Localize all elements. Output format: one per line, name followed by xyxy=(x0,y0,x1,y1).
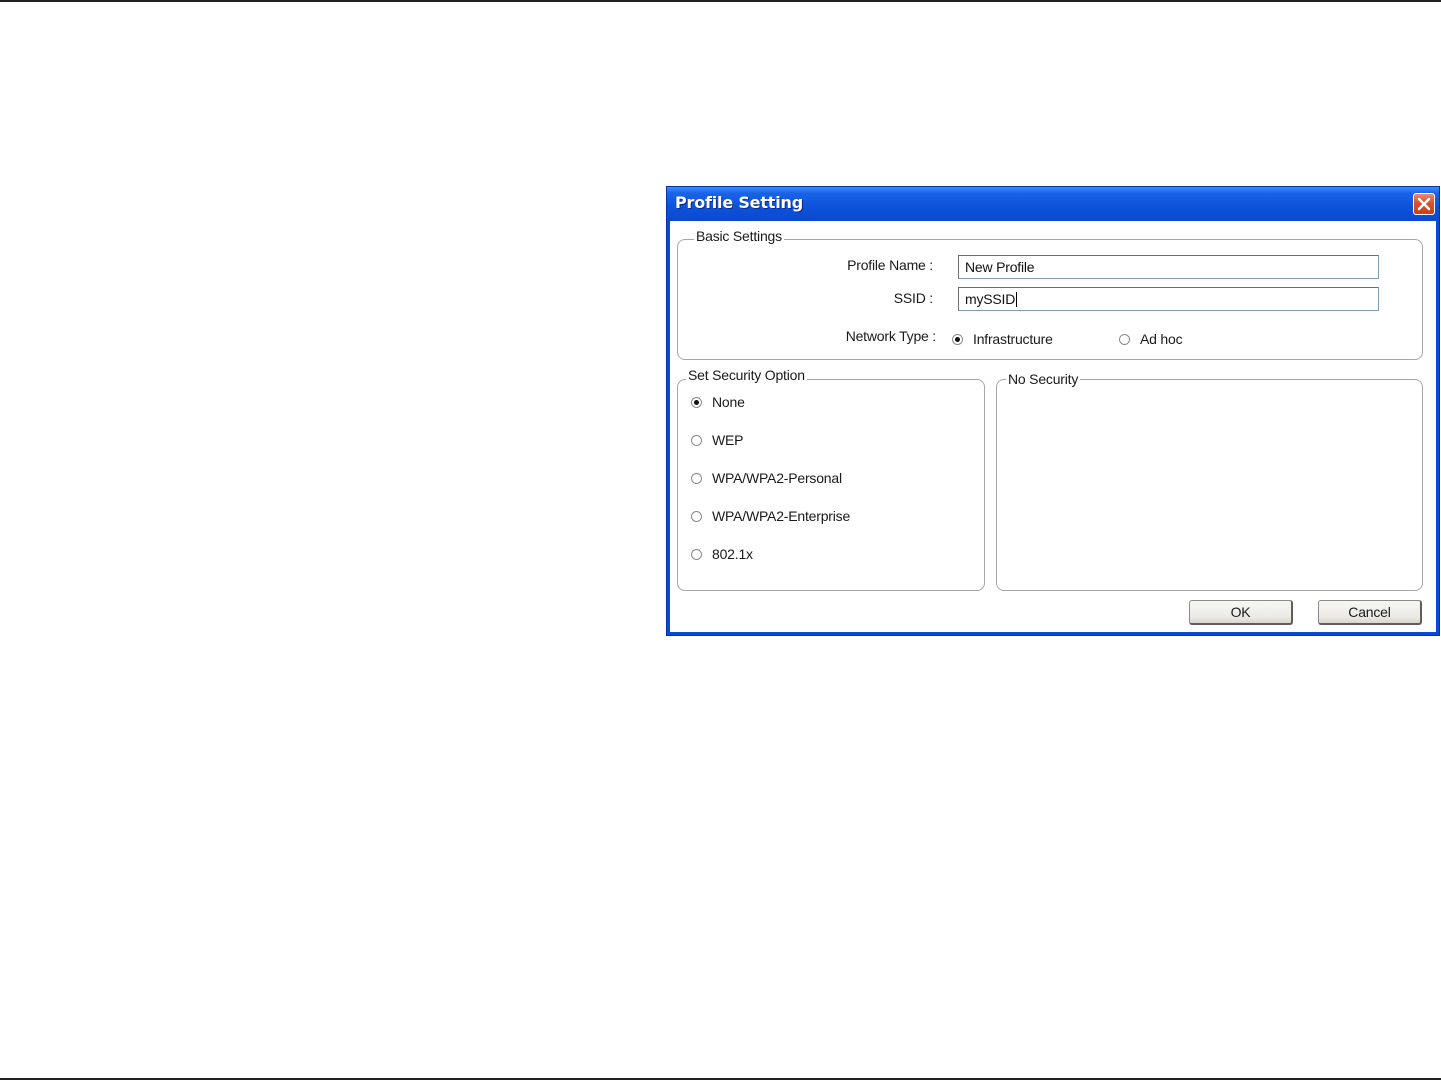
security-8021x-label: 802.1x xyxy=(712,546,753,562)
dialog-client-area: Basic Settings Profile Name : New Profil… xyxy=(670,221,1436,632)
ok-button[interactable]: OK xyxy=(1189,600,1293,625)
ssid-label: SSID : xyxy=(893,290,933,306)
security-wpa-enterprise-label: WPA/WPA2-Enterprise xyxy=(712,508,851,524)
network-type-label: Network Type : xyxy=(845,328,937,344)
cancel-button[interactable]: Cancel xyxy=(1318,600,1422,625)
basic-settings-label: Basic Settings xyxy=(694,228,784,244)
security-wep-radio[interactable]: WEP xyxy=(691,432,743,448)
radio-button[interactable] xyxy=(1119,333,1130,345)
security-wpa-enterprise-radio[interactable]: WPA/WPA2-Enterprise xyxy=(691,508,850,524)
security-detail-label: No Security xyxy=(1006,371,1081,387)
security-wpa-personal-label: WPA/WPA2-Personal xyxy=(712,470,842,486)
network-type-adhoc-label: Ad hoc xyxy=(1140,331,1183,347)
radio-button-checked[interactable] xyxy=(952,333,963,345)
ssid-value: mySSID xyxy=(965,291,1016,307)
text-caret xyxy=(1016,292,1018,307)
profile-name-value: New Profile xyxy=(965,259,1035,275)
security-8021x-radio[interactable]: 802.1x xyxy=(691,546,753,562)
network-type-infrastructure-radio[interactable]: Infrastructure xyxy=(952,331,1053,347)
network-type-infrastructure-label: Infrastructure xyxy=(973,331,1053,347)
network-type-adhoc-radio[interactable]: Ad hoc xyxy=(1119,331,1183,347)
page-bottom-rule xyxy=(0,1078,1441,1080)
security-option-label: Set Security Option xyxy=(686,367,807,383)
close-button[interactable] xyxy=(1413,193,1435,215)
profile-setting-dialog: Profile Setting Basic Settings Profile N… xyxy=(666,186,1440,636)
radio-button-checked[interactable] xyxy=(691,396,702,408)
radio-button[interactable] xyxy=(691,472,702,484)
radio-button[interactable] xyxy=(691,548,702,560)
radio-button[interactable] xyxy=(691,434,702,446)
radio-button[interactable] xyxy=(691,510,702,522)
title-bar[interactable]: Profile Setting xyxy=(667,187,1439,221)
security-detail-group xyxy=(996,379,1423,591)
profile-name-label: Profile Name : xyxy=(847,257,933,273)
ssid-input[interactable]: mySSID xyxy=(958,287,1379,311)
security-wep-label: WEP xyxy=(712,432,744,448)
security-none-label: None xyxy=(712,394,745,410)
window-title: Profile Setting xyxy=(675,193,803,212)
close-icon xyxy=(1417,197,1431,211)
profile-name-input[interactable]: New Profile xyxy=(958,255,1379,279)
security-none-radio[interactable]: None xyxy=(691,394,745,410)
page-top-rule xyxy=(0,0,1441,2)
security-wpa-personal-radio[interactable]: WPA/WPA2-Personal xyxy=(691,470,842,486)
